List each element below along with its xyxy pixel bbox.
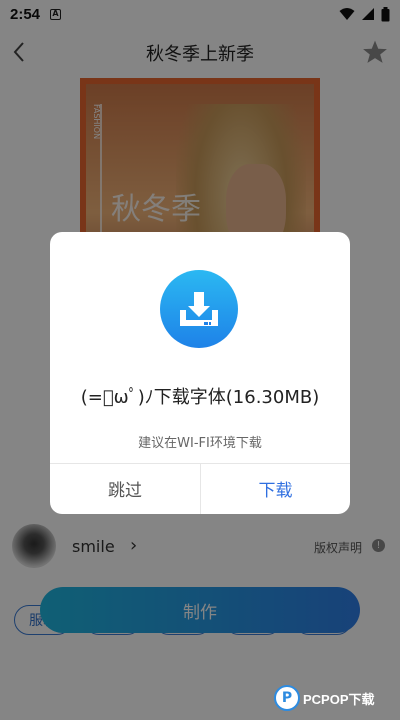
download-icon [160, 270, 238, 348]
watermark-logo: P [274, 685, 300, 711]
download-font-dialog: (=ﾟωﾟ)ﾉ下载字体(16.30MB) 建议在WI-FI环境下载 跳过 下载 [50, 232, 350, 514]
skip-button[interactable]: 跳过 [50, 463, 200, 514]
download-glyph [180, 292, 218, 326]
dialog-subtitle: 建议在WI-FI环境下载 [138, 436, 262, 451]
watermark: P PCPOP下载 [274, 680, 400, 716]
dialog-title: (=ﾟωﾟ)ﾉ下载字体(16.30MB) [80, 387, 320, 408]
download-button[interactable]: 下载 [201, 463, 350, 514]
watermark-text: PCPOP下载 [303, 691, 375, 707]
